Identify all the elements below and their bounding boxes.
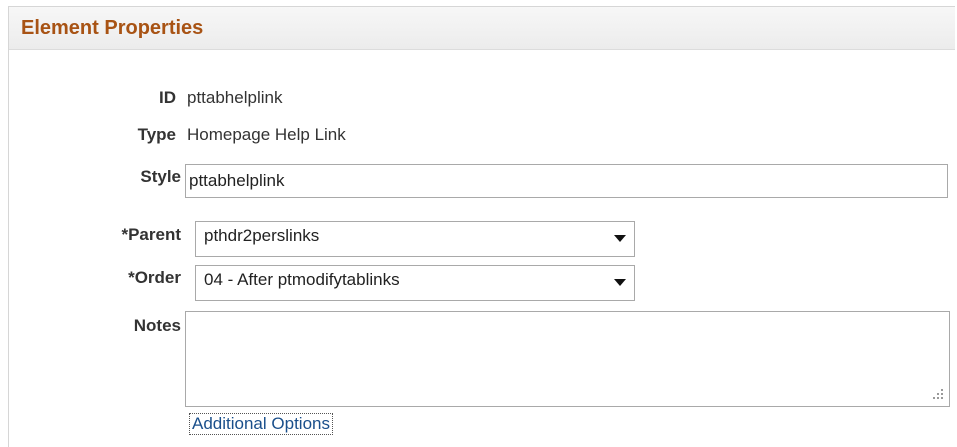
order-label: *Order (128, 268, 181, 287)
id-value: pttabhelplink (187, 88, 283, 107)
order-selected-value: 04 - After ptmodifytablinks (204, 270, 400, 289)
chevron-down-icon (614, 279, 626, 286)
type-value: Homepage Help Link (187, 125, 346, 144)
chevron-down-icon (614, 235, 626, 242)
parent-select[interactable]: pthdr2perslinks (195, 221, 635, 257)
type-label: Type (137, 125, 176, 144)
notes-label: Notes (133, 316, 181, 335)
panel-header: Element Properties (9, 7, 955, 50)
resize-grip-icon[interactable] (933, 389, 943, 399)
notes-textarea[interactable] (185, 311, 950, 407)
parent-selected-value: pthdr2perslinks (204, 226, 320, 245)
order-select[interactable]: 04 - After ptmodifytablinks (195, 265, 635, 301)
parent-label: *Parent (121, 225, 181, 244)
style-label: Style (140, 167, 181, 186)
id-label: ID (159, 88, 176, 107)
panel-title: Element Properties (21, 17, 204, 39)
style-input[interactable] (185, 164, 948, 198)
additional-options-link[interactable]: Additional Options (189, 413, 333, 435)
